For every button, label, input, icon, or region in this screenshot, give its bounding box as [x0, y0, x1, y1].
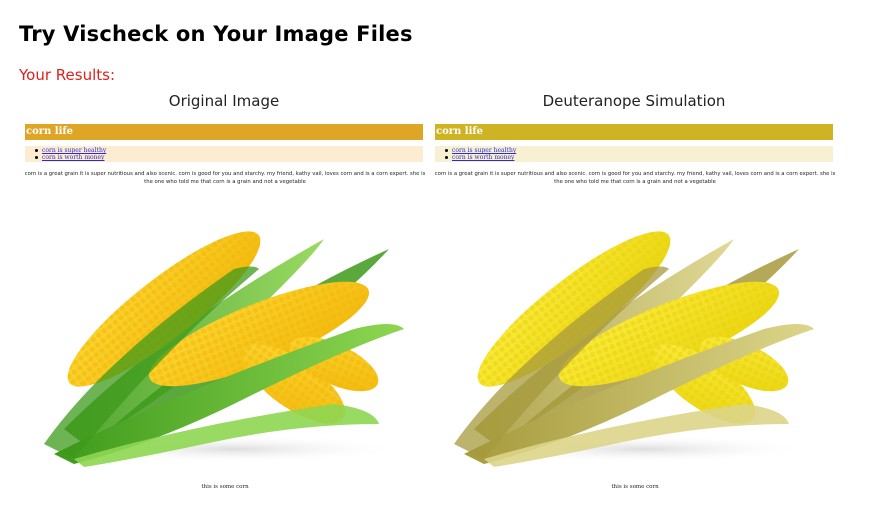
list-item: corn is super healthy: [445, 147, 833, 154]
corn-photo-icon: [44, 231, 404, 467]
mini-link-list: corn is super healthy corn is worth mone…: [435, 146, 833, 162]
list-item: corn is worth money: [35, 154, 423, 161]
mini-link-list: corn is super healthy corn is worth mone…: [25, 146, 423, 162]
deuteranope-image: corn life corn is super healthy corn is …: [434, 123, 836, 501]
mini-link[interactable]: corn is worth money: [452, 154, 514, 161]
corn-photo-icon: [454, 231, 814, 467]
mini-link[interactable]: corn is super healthy: [42, 147, 106, 154]
mini-caption: this is some corn: [201, 484, 249, 490]
results-label: Your Results:: [19, 66, 116, 84]
mini-link[interactable]: corn is worth money: [42, 154, 104, 161]
mini-paragraph: corn is a great grain it is super nutrit…: [24, 171, 426, 185]
mini-page-header: corn life: [25, 124, 423, 140]
mini-page-header: corn life: [435, 124, 833, 140]
mini-caption: this is some corn: [611, 484, 659, 490]
original-image-title: Original Image: [168, 92, 280, 110]
deuteranope-simulation-title: Deuteranope Simulation: [542, 92, 726, 110]
list-item: corn is super healthy: [35, 147, 423, 154]
page-title: Try Vischeck on Your Image Files: [19, 22, 413, 46]
original-image: corn life corn is super healthy corn is …: [24, 123, 426, 501]
mini-paragraph: corn is a great grain it is super nutrit…: [434, 171, 836, 185]
mini-link[interactable]: corn is super healthy: [452, 147, 516, 154]
list-item: corn is worth money: [445, 154, 833, 161]
